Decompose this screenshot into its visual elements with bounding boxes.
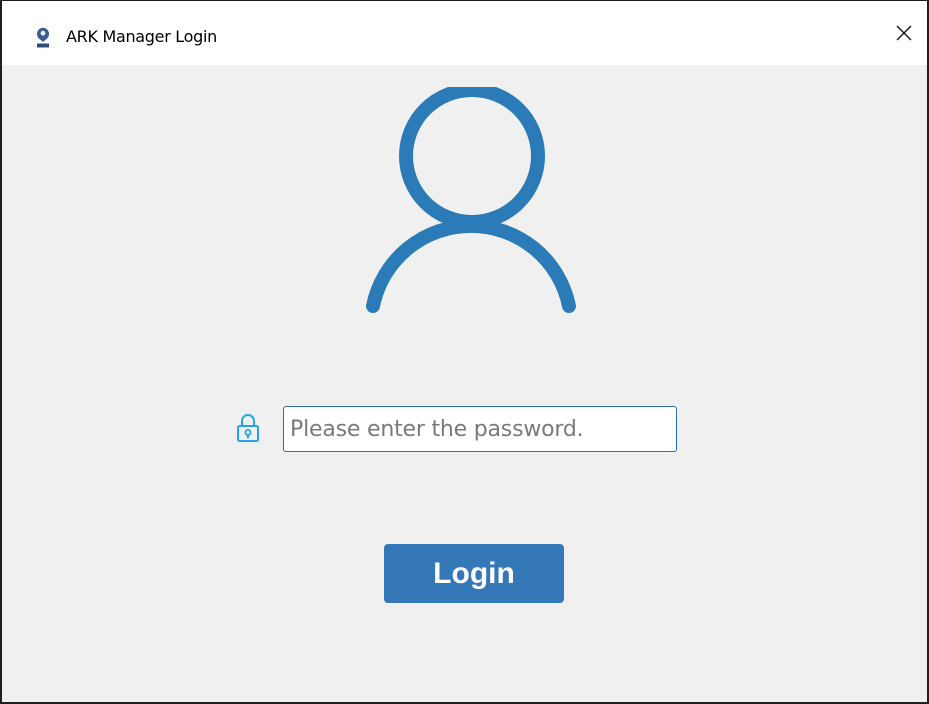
lock-icon [236,413,260,443]
ark-logo-icon [33,27,53,49]
password-input[interactable] [283,406,677,452]
close-icon [895,24,913,42]
title-bar[interactable]: ARK Manager Login [2,1,927,65]
login-button[interactable]: Login [384,544,564,603]
close-button[interactable] [881,1,927,65]
login-window: ARK Manager Login Login [0,0,929,704]
user-avatar-icon [359,83,583,319]
window-title: ARK Manager Login [66,27,217,46]
